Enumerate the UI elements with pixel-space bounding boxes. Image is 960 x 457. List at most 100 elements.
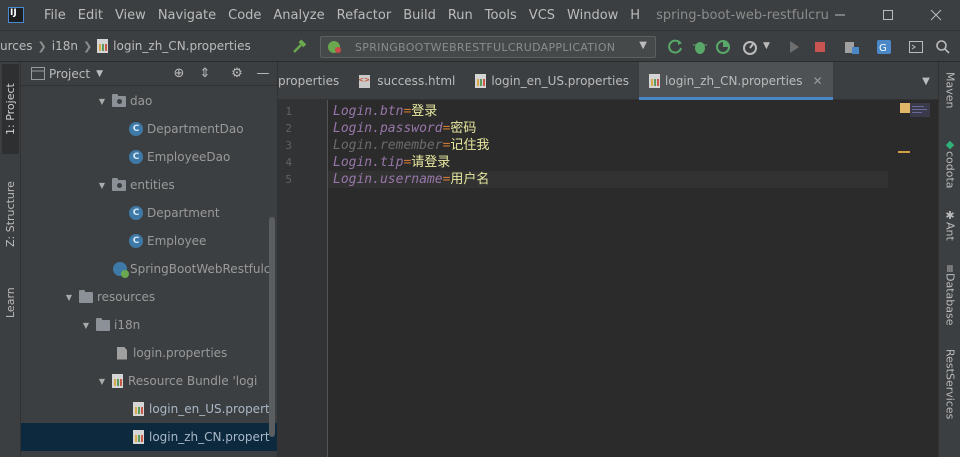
menu-view[interactable]: View: [109, 8, 152, 23]
profiler-icon[interactable]: [742, 39, 758, 55]
hide-panel-icon[interactable]: —: [255, 66, 271, 82]
property-key: Login.password: [333, 121, 443, 136]
project-folder-icon: [31, 67, 45, 80]
tool-tab-restservices-label: RestServices: [943, 349, 957, 420]
left-tool-window-strip: 1: Project Z: Structure Learn: [0, 62, 21, 457]
tree-item-departmentdao[interactable]: C DepartmentDao: [21, 115, 277, 143]
tree-item-resources[interactable]: ▼ resources: [21, 283, 277, 311]
gear-icon[interactable]: ⚙: [229, 66, 245, 82]
package-folder-icon: [112, 93, 126, 107]
tool-tab-project[interactable]: 1: Project: [2, 64, 19, 154]
minimize-button[interactable]: [816, 0, 864, 30]
chevron-right-icon: ❯: [82, 39, 93, 53]
menu-run[interactable]: Run: [442, 8, 479, 23]
menu-window[interactable]: Window: [561, 8, 624, 23]
tool-tab-codota-label: codota: [943, 151, 957, 189]
menu-refactor[interactable]: Refactor: [331, 8, 398, 23]
translate-icon[interactable]: G: [876, 39, 892, 55]
rerun-icon[interactable]: [668, 39, 684, 55]
chevron-down-icon[interactable]: ▼: [63, 293, 75, 302]
close-tab-icon[interactable]: ✕: [813, 74, 823, 88]
build-hammer-icon[interactable]: [292, 39, 308, 55]
terminal-icon[interactable]: [908, 39, 924, 55]
tree-item-i18n[interactable]: ▼ i18n: [21, 311, 277, 339]
code-line[interactable]: Login.btn=登录: [333, 103, 437, 120]
tree-item-label: i18n: [114, 318, 141, 332]
menu-edit[interactable]: Edit: [72, 8, 109, 23]
line-number: 5: [285, 173, 292, 186]
project-tree-scrollbar[interactable]: [269, 217, 275, 437]
code-line[interactable]: Login.remember=记住我: [333, 137, 489, 154]
chevron-down-icon[interactable]: ▼: [914, 62, 938, 100]
tree-item-entities[interactable]: ▼ entities: [21, 171, 277, 199]
minimap[interactable]: [910, 103, 930, 117]
tab-login-zh-cn[interactable]: login_zh_CN.properties ✕: [639, 62, 833, 100]
code-editor[interactable]: Login.btn=登录 Login.password=密码 Login.rem…: [328, 100, 938, 457]
tool-tab-learn[interactable]: Learn: [2, 276, 19, 330]
maximize-button[interactable]: [864, 0, 912, 30]
debug-bug-icon[interactable]: [692, 39, 708, 55]
tab-label: success.html: [377, 74, 456, 88]
locate-target-icon[interactable]: ⊕: [171, 66, 187, 82]
search-icon[interactable]: [935, 39, 951, 55]
tool-tab-codota[interactable]: ◆ codota: [942, 138, 958, 189]
collapse-all-icon[interactable]: ⇕: [197, 66, 213, 82]
tree-item-login-zh-cn[interactable]: login_zh_CN.propert: [21, 423, 277, 451]
tree-item-login-en-us[interactable]: login_en_US.propert: [21, 395, 277, 423]
breadcrumb: urces ❯ i18n ❯ login_zh_CN.properties: [0, 39, 251, 53]
tree-item-label: login_zh_CN.propert: [149, 430, 270, 444]
tab-success-html[interactable]: success.html: [349, 62, 465, 100]
project-structure-icon[interactable]: [844, 39, 860, 55]
chevron-down-icon[interactable]: ▼: [96, 377, 108, 386]
tool-tab-ant-label: Ant: [943, 222, 957, 241]
menu-file[interactable]: File: [38, 8, 72, 23]
ant-icon: ✱: [943, 209, 957, 222]
tool-tab-restservices[interactable]: RestServices: [942, 349, 958, 419]
tree-item-employeedao[interactable]: C EmployeeDao: [21, 143, 277, 171]
code-line[interactable]: Login.password=密码: [333, 120, 476, 137]
menu-build[interactable]: Build: [397, 8, 442, 23]
tree-item-login-properties[interactable]: login.properties: [21, 339, 277, 367]
tree-item-label: EmployeeDao: [147, 150, 231, 164]
warning-marker[interactable]: [900, 103, 910, 113]
property-value: 记住我: [450, 138, 490, 153]
chevron-down-icon[interactable]: ▼: [96, 69, 103, 79]
menu-analyze[interactable]: Analyze: [267, 8, 330, 23]
chevron-right-icon: ❯: [37, 39, 47, 53]
chevron-down-icon[interactable]: ▼: [96, 181, 108, 190]
stop-icon[interactable]: [812, 39, 828, 55]
run-play-icon[interactable]: [786, 39, 802, 55]
tree-item-application[interactable]: SpringBootWebRestfulc: [21, 255, 277, 283]
chevron-down-icon[interactable]: ▼: [80, 321, 92, 330]
code-line[interactable]: Login.tip=请登录: [333, 154, 450, 171]
coverage-icon[interactable]: [716, 39, 732, 55]
menu-code[interactable]: Code: [222, 8, 267, 23]
tool-tab-database[interactable]: ≡ Database: [942, 264, 958, 326]
chevron-down-icon[interactable]: ▼: [763, 41, 770, 51]
menu-vcs[interactable]: VCS: [523, 8, 561, 23]
close-window-button[interactable]: [912, 0, 960, 30]
tree-item-employee[interactable]: C Employee: [21, 227, 277, 255]
breadcrumb-item-file[interactable]: login_zh_CN.properties: [113, 39, 251, 53]
tab-properties[interactable]: properties: [278, 62, 349, 100]
run-configuration-selector[interactable]: SPRINGBOOTWEBRESTFULCRUDAPPLICATION ▼: [320, 36, 656, 58]
chevron-down-icon[interactable]: ▼: [96, 97, 108, 106]
menu-tools[interactable]: Tools: [479, 8, 523, 23]
property-key: Login.username: [333, 172, 443, 187]
error-stripe-marker[interactable]: [898, 151, 910, 153]
tool-tab-structure[interactable]: Z: Structure: [2, 168, 19, 260]
menu-help[interactable]: H: [624, 8, 646, 23]
project-panel-title[interactable]: Project: [49, 67, 90, 81]
code-line-current[interactable]: Login.username=用户名: [328, 171, 888, 188]
tool-tab-ant[interactable]: ✱ Ant: [942, 209, 958, 241]
menu-navigate[interactable]: Navigate: [152, 8, 222, 23]
tool-tab-maven[interactable]: Maven: [942, 72, 958, 108]
tree-item-dao[interactable]: ▼ dao: [21, 87, 277, 115]
tree-item-resource-bundle[interactable]: ▼ Resource Bundle 'logi: [21, 367, 277, 395]
java-class-icon: C: [129, 150, 143, 164]
tab-login-en-us[interactable]: login_en_US.properties: [465, 62, 639, 100]
breadcrumb-item-resources[interactable]: urces: [0, 39, 33, 53]
breadcrumb-item-i18n[interactable]: i18n: [52, 39, 78, 53]
tree-item-department[interactable]: C Department: [21, 199, 277, 227]
properties-file-icon: [649, 74, 661, 88]
